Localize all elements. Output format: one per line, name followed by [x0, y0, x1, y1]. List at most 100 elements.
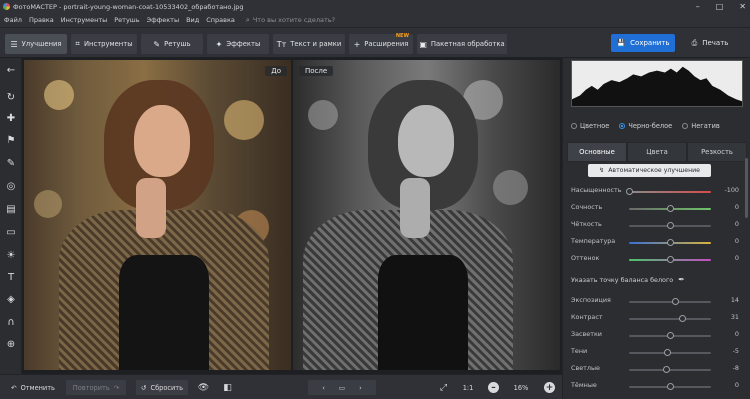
image-canvas[interactable]: До После: [22, 58, 562, 374]
tab-colors[interactable]: Цвета: [627, 142, 687, 162]
slider-row: Экспозиция 14: [571, 296, 747, 308]
bottom-bar: ↶ Отменить Повторить ↷ ↺ Сбросить 👁 ◧ ‹ …: [0, 374, 562, 399]
tool-extensions-button[interactable]: + Расширения NEW: [349, 33, 413, 54]
tab-basic[interactable]: Основные: [567, 142, 627, 162]
slider-value: 0: [734, 203, 739, 211]
slider-value: 0: [734, 381, 739, 389]
slider-row: Температура 0: [571, 237, 747, 249]
prev-image-icon[interactable]: ‹: [322, 384, 325, 392]
slider-knob[interactable]: [672, 298, 680, 305]
zoom-level-field[interactable]: 16%: [504, 380, 538, 395]
menu-retouch[interactable]: Ретушь: [114, 16, 139, 24]
slider-value: 0: [734, 237, 739, 245]
brush-icon[interactable]: ✎: [4, 156, 18, 170]
slider-track[interactable]: [629, 191, 711, 193]
slider-row: Сочность 0: [571, 203, 747, 215]
search-placeholder[interactable]: Что вы хотите сделать?: [253, 16, 335, 24]
fill-bucket-icon[interactable]: ◈: [4, 292, 18, 306]
clone-stamp-icon[interactable]: ⚑: [4, 133, 18, 147]
tool-batch-button[interactable]: ▣ Пакетная обработка: [417, 34, 507, 54]
eye-icon[interactable]: 👁: [196, 380, 211, 395]
compare-icon[interactable]: ◧: [220, 380, 235, 395]
redo-label: Повторить: [72, 383, 110, 392]
print-label: Печать: [702, 39, 729, 47]
slider-knob[interactable]: [666, 205, 674, 212]
redo-button[interactable]: Повторить ↷: [66, 380, 126, 395]
reset-icon: ↺: [140, 383, 147, 392]
reset-button[interactable]: ↺ Сбросить: [136, 380, 188, 395]
next-image-icon[interactable]: ›: [359, 384, 362, 392]
eyedropper-icon[interactable]: ✒: [675, 273, 688, 286]
zoom-out-icon[interactable]: –: [488, 382, 499, 393]
tool-text-frames-button[interactable]: Tт Текст и рамки: [273, 34, 345, 54]
slider-track[interactable]: [629, 318, 711, 320]
new-badge: NEW: [395, 33, 409, 39]
back-arrow-icon[interactable]: ←: [4, 63, 18, 77]
magnet-icon[interactable]: ∩: [4, 315, 18, 329]
radio-negative[interactable]: Негатив: [682, 122, 720, 130]
menu-tools[interactable]: Инструменты: [61, 16, 108, 24]
vignette-icon[interactable]: ▭: [4, 225, 18, 239]
tab-sharpness[interactable]: Резкость: [687, 142, 747, 162]
radial-filter-icon[interactable]: ◎: [4, 179, 18, 193]
reset-label: Сбросить: [150, 383, 184, 392]
app-logo-icon: [3, 3, 10, 10]
slider-label: Сочность: [571, 203, 603, 211]
undo-label: Отменить: [20, 383, 55, 392]
maximize-icon[interactable]: □: [716, 2, 724, 11]
slider-knob[interactable]: [666, 332, 674, 339]
menu-edit[interactable]: Правка: [29, 16, 54, 24]
rotate-icon[interactable]: ↻: [4, 90, 18, 104]
tool-label: Текст и рамки: [290, 40, 342, 48]
slider-knob[interactable]: [666, 239, 674, 246]
minimize-icon[interactable]: –: [696, 2, 700, 11]
zoom-value: 16%: [513, 383, 529, 392]
menu-effects[interactable]: Эффекты: [147, 16, 180, 24]
tool-instruments-button[interactable]: ⌗ Инструменты: [71, 34, 137, 54]
radio-bw[interactable]: Черно-белое: [619, 122, 672, 130]
slider-value: 31: [730, 313, 739, 321]
slider-value: 0: [734, 330, 739, 338]
slider-knob[interactable]: [664, 349, 672, 356]
search-box[interactable]: ⌕ Что вы хотите сделать?: [246, 16, 335, 25]
save-button[interactable]: 💾 Сохранить: [611, 34, 675, 52]
print-button[interactable]: ⎙ Печать: [680, 34, 740, 52]
radio-color[interactable]: Цветное: [571, 122, 609, 130]
menu-help[interactable]: Справка: [206, 16, 235, 24]
adjustments-panel: Цветное Черно-белое Негатив Основные Цве…: [562, 58, 750, 399]
close-icon[interactable]: ✕: [739, 2, 746, 11]
slider-row: Тени -5: [571, 347, 747, 359]
tool-enhancements-button[interactable]: ☰ Улучшения: [5, 34, 67, 54]
slider-knob[interactable]: [625, 188, 633, 195]
undo-icon: ↶: [11, 383, 17, 392]
gradient-filter-icon[interactable]: ▤: [4, 202, 18, 216]
slider-knob[interactable]: [666, 256, 674, 263]
redo-icon: ↷: [113, 383, 120, 392]
menu-view[interactable]: Вид: [186, 16, 199, 24]
text-icon: Tт: [276, 39, 287, 49]
slider-knob[interactable]: [666, 222, 674, 229]
slider-label: Тени: [571, 347, 588, 355]
window-controls: – □ ✕: [696, 0, 746, 13]
fit-screen-icon[interactable]: ⤢: [436, 380, 451, 395]
sliders-icon: ☰: [10, 39, 18, 49]
after-label: После: [299, 66, 334, 76]
histogram: [571, 60, 743, 107]
text-icon[interactable]: T: [4, 270, 18, 284]
crosshair-icon[interactable]: ⊕: [4, 337, 18, 351]
auto-enhance-button[interactable]: ↯ Автоматическое улучшение: [588, 164, 711, 177]
tool-retouch-button[interactable]: ✎ Ретушь: [141, 34, 203, 54]
light-icon[interactable]: ☀: [4, 248, 18, 262]
zoom-in-icon[interactable]: +: [544, 382, 555, 393]
slider-knob[interactable]: [678, 315, 686, 322]
slider-track[interactable]: [629, 301, 711, 303]
bandage-icon[interactable]: ✚: [4, 111, 18, 125]
zoom-1to1-button[interactable]: 1:1: [458, 380, 478, 395]
menu-file[interactable]: Файл: [4, 16, 22, 24]
undo-button[interactable]: ↶ Отменить: [8, 380, 58, 395]
slider-knob[interactable]: [663, 366, 671, 373]
slider-row: Засветки 0: [571, 330, 747, 342]
slider-knob[interactable]: [666, 383, 674, 390]
folder-icon[interactable]: ▭: [339, 384, 345, 392]
tool-effects-button[interactable]: ✦ Эффекты: [207, 34, 269, 54]
